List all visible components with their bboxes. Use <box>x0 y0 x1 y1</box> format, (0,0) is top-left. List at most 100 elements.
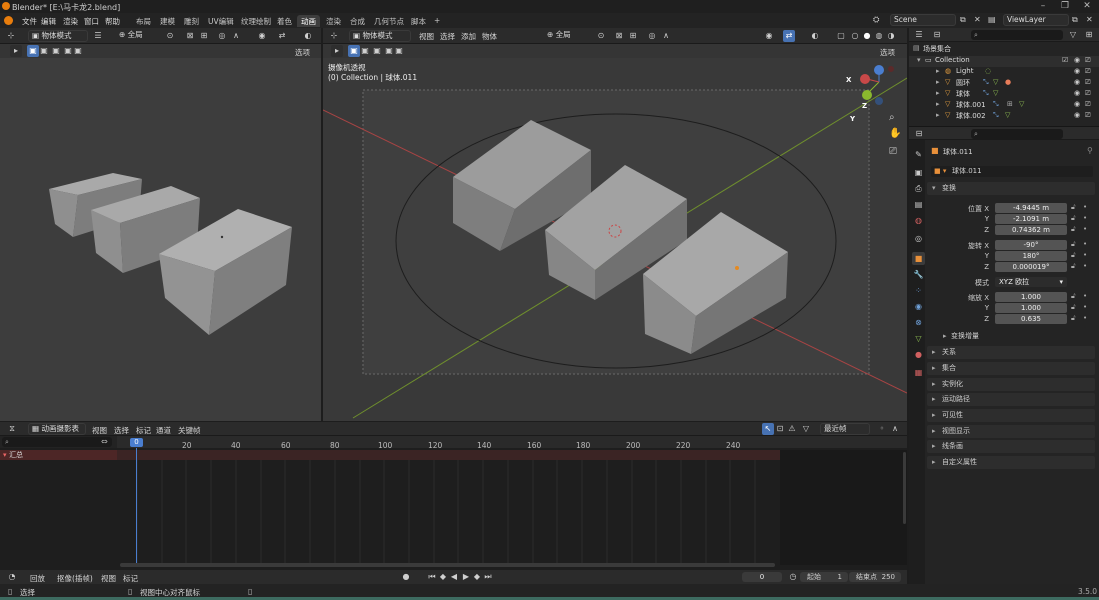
location-y-field[interactable]: -2.1091 m <box>995 214 1067 224</box>
scene-selector[interactable]: Scene <box>890 14 956 26</box>
minimize-icon[interactable]: – <box>1032 1 1054 12</box>
zoom-icon[interactable]: ⌕ <box>889 112 895 123</box>
delta-expand-icon[interactable]: ▸ <box>943 331 947 342</box>
summary-expand-icon[interactable]: ▾ <box>0 451 7 459</box>
shading-solid-icon[interactable]: ● <box>861 30 873 42</box>
material-tab-icon[interactable]: ● <box>912 348 925 361</box>
left-orientation-dropdown[interactable]: ⊕ 全局 <box>116 30 160 42</box>
end-frame-field[interactable]: 结束点 250 <box>849 572 901 582</box>
camera-view-icon[interactable]: ⎚ <box>889 146 897 157</box>
shading-material-icon[interactable]: ◍ <box>873 30 885 42</box>
sphere-001-expand-icon[interactable]: ▸ <box>936 100 940 108</box>
panel-visibility[interactable]: ▸ 可见性 <box>927 409 1095 422</box>
rotation-z-lock-icon[interactable]: 🔓︎ <box>1071 262 1076 271</box>
collection-expand-icon[interactable]: ▾ <box>917 56 921 64</box>
rotation-z-field[interactable]: 0.000019° <box>995 262 1067 272</box>
select-intersect-icon[interactable]: ▣ <box>72 45 84 57</box>
left-options-button[interactable]: 选项 <box>295 47 310 58</box>
menu-file[interactable]: 文件 <box>22 16 37 27</box>
playback-menu[interactable]: 回放 <box>30 573 45 584</box>
outliner-search-input[interactable]: ⌕ <box>971 30 1063 40</box>
sphere-camera-icon[interactable]: ⎚ <box>1085 89 1091 98</box>
view-layer-selector[interactable]: ViewLayer <box>1003 14 1069 26</box>
record-icon[interactable]: ● <box>400 571 412 583</box>
dopesheet-editor[interactable]: ⧖ ▦ 动画摄影表 视图 选择 标记 通道 关键帧 ↖ ⊡ ⚠ ▽ 最近帧 ◦ … <box>0 422 907 570</box>
sphere-002-camera-icon[interactable]: ⎚ <box>1085 111 1091 120</box>
light-eye-icon[interactable]: ◉ <box>1074 67 1080 75</box>
main-select-intersect-icon[interactable]: ▣ <box>393 45 405 57</box>
tab-sculpting[interactable]: 雕刻 <box>180 15 203 27</box>
scale-y-field[interactable]: 1.000 <box>995 303 1067 313</box>
gizmo-neg-x-icon[interactable] <box>888 66 894 72</box>
only-errors-icon[interactable]: ⚠ <box>786 423 798 435</box>
object-name-field[interactable]: ■ ▾ 球体.011 <box>931 166 1093 177</box>
new-view-layer-icon[interactable]: ⧉ <box>1072 15 1078 25</box>
main-editor-type-icon[interactable]: ⊹ <box>328 30 340 42</box>
only-selected-icon[interactable]: ↖ <box>762 423 774 435</box>
physics-tab-icon[interactable]: ◉ <box>912 300 925 313</box>
location-z-field[interactable]: 0.74362 m <box>995 225 1067 235</box>
tab-texture-paint[interactable]: 纹理绘制 <box>237 15 275 27</box>
dopesheet-menu-key[interactable]: 关键帧 <box>178 425 201 436</box>
sphere-001-camera-icon[interactable]: ⎚ <box>1085 100 1091 109</box>
constraints-tab-icon[interactable]: ⊗ <box>912 316 925 329</box>
modifier-tab-icon[interactable]: 🔧 <box>912 268 925 281</box>
panel-custom-properties[interactable]: ▸ 自定义属性 <box>927 456 1095 469</box>
sphere-expand-icon[interactable]: ▸ <box>936 89 940 97</box>
tab-uv-editing[interactable]: UV编辑 <box>204 15 238 27</box>
tab-animation[interactable]: 动画 <box>297 15 320 27</box>
particles-tab-icon[interactable]: ⁘ <box>912 284 925 297</box>
preview-range-icon[interactable]: ◷ <box>787 571 799 583</box>
object-tab-icon[interactable]: ■ <box>912 252 925 265</box>
menu-render[interactable]: 渲染 <box>63 16 78 27</box>
main-options-button[interactable]: 选项 <box>880 47 895 58</box>
main-select-extend-icon[interactable]: ▣ <box>359 45 371 57</box>
menu-window[interactable]: 窗口 <box>84 16 99 27</box>
keying-menu[interactable]: 抠像(插帧) <box>57 573 93 584</box>
torus-camera-icon[interactable]: ⎚ <box>1085 78 1091 87</box>
outliner-item-sphere-002[interactable]: ▸ ▽ 球体.002 ⤡ ▽ ◉ ⎚ <box>909 111 1099 122</box>
play-reverse-icon[interactable]: ◀ <box>448 571 460 583</box>
shading-rendered-icon[interactable]: ◑ <box>885 30 897 42</box>
main-3d-viewport[interactable]: 摄像机透视 (0) Collection | 球体.011 Z Y X ⌕ ✋ … <box>323 58 907 421</box>
left-mode-dropdown[interactable]: ▣ 物体模式 <box>28 30 88 42</box>
overlay-icon[interactable]: ◐ <box>302 30 314 42</box>
pan-hand-icon[interactable]: ✋ <box>889 128 901 139</box>
world-tab-icon[interactable]: ◎ <box>912 232 925 245</box>
pin-icon[interactable]: ⚲ <box>1087 146 1093 155</box>
shading-wireframe-icon[interactable]: ○ <box>849 30 861 42</box>
outliner-collection[interactable]: ▾ ▭ Collection ☑ ◉ ⎚ <box>909 56 1099 67</box>
main-visibility-icon[interactable]: ◉ <box>763 30 775 42</box>
summary-channel[interactable]: ▾ 汇总 <box>0 450 117 460</box>
add-workspace-button[interactable]: + <box>430 15 444 27</box>
location-z-keyframe-icon[interactable]: • <box>1083 225 1087 233</box>
tab-rendering[interactable]: 渲染 <box>322 15 345 27</box>
menu-edit[interactable]: 编辑 <box>41 16 56 27</box>
main-orientation-dropdown[interactable]: ⊕ 全局 <box>544 30 590 42</box>
light-expand-icon[interactable]: ▸ <box>936 67 940 75</box>
outliner-item-light[interactable]: ▸ ◍ Light ◌ ◉ ⎚ <box>909 67 1099 78</box>
gizmo-icon[interactable]: ⇄ <box>276 30 288 42</box>
gizmo-neg-z-icon[interactable] <box>875 97 883 105</box>
scale-x-lock-icon[interactable]: 🔓︎ <box>1071 292 1076 301</box>
tab-scripting[interactable]: 脚本 <box>407 15 430 27</box>
location-x-field[interactable]: -4.9445 m <box>995 203 1067 213</box>
rotation-z-keyframe-icon[interactable]: • <box>1083 262 1087 270</box>
torus-expand-icon[interactable]: ▸ <box>936 78 940 86</box>
select-subtract-icon[interactable]: ▣ <box>50 45 62 57</box>
start-frame-field[interactable]: 起始 1 <box>800 572 848 582</box>
panel-motion-paths[interactable]: ▸ 运动路径 <box>927 393 1095 406</box>
gizmo-y-icon[interactable] <box>862 90 872 100</box>
snap-mode-dropdown[interactable]: 最近帧 <box>820 423 870 435</box>
dopesheet-editor-type-icon[interactable]: ⧖ <box>6 423 18 435</box>
blender-menu-icon[interactable] <box>4 16 13 25</box>
location-y-lock-icon[interactable]: 🔓︎ <box>1071 214 1076 223</box>
close-icon[interactable]: ✕ <box>1076 1 1098 12</box>
rotation-y-keyframe-icon[interactable]: • <box>1083 251 1087 259</box>
rotation-y-field[interactable]: 180° <box>995 251 1067 261</box>
panel-line-art[interactable]: ▸ 线条画 <box>927 440 1095 453</box>
view-layer-tab-icon[interactable]: ▤ <box>912 198 925 211</box>
outliner-editor-type-icon[interactable]: ☰ <box>913 29 925 41</box>
delta-transform-subpanel[interactable]: ▸ 变换增量 <box>935 331 1093 342</box>
properties-editor-type-icon[interactable]: ⊟ <box>913 128 925 140</box>
